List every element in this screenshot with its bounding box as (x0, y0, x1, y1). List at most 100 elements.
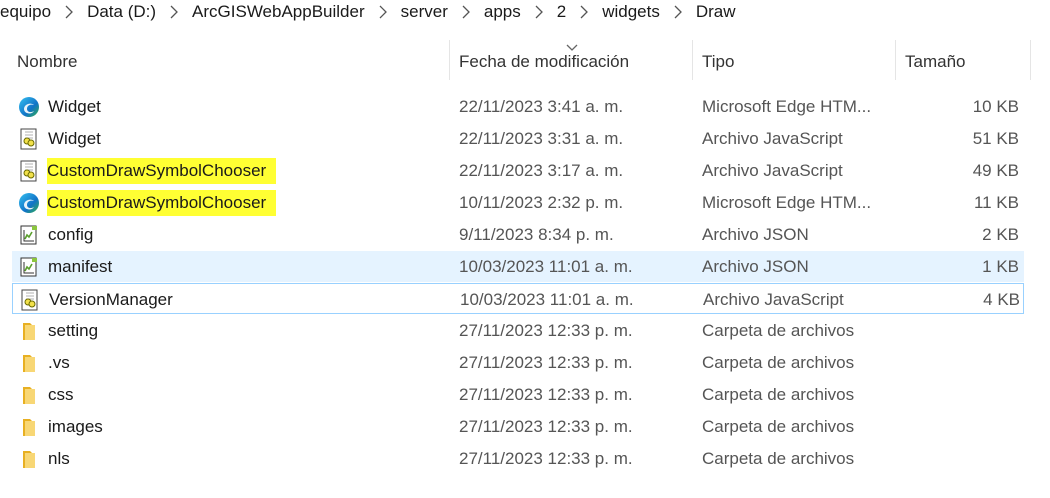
file-row[interactable]: Widget 22/11/2023 3:31 a. m. Archivo JavaS… (12, 123, 1024, 154)
folder-icon (18, 352, 40, 374)
file-name: CustomDrawSymbolChooser (47, 157, 277, 184)
breadcrumb-chevron-icon[interactable] (664, 5, 692, 19)
file-date: 27/11/2023 12:33 p. m. (459, 416, 633, 436)
file-name-cell: CustomDrawSymbolChooser (18, 155, 277, 186)
file-type: Carpeta de archivos (702, 448, 855, 468)
file-size (892, 411, 1019, 442)
breadcrumb-item[interactable]: server (397, 2, 452, 22)
file-type: Archivo JSON (702, 256, 809, 276)
file-name-cell: images (18, 411, 103, 442)
file-name-cell: css (18, 379, 74, 410)
file-name-cell: Widget (18, 91, 101, 122)
file-name: VersionManager (49, 289, 173, 309)
edge-icon (18, 96, 40, 118)
file-size: 1 KB (982, 256, 1019, 276)
breadcrumb-chevron-icon[interactable] (525, 5, 553, 19)
file-size: 4 KB (983, 289, 1020, 309)
javascript-file-icon (18, 160, 40, 182)
file-row[interactable]: setting 27/11/2023 12:33 p. m. Carpeta de … (12, 315, 1024, 346)
breadcrumb-item[interactable]: apps (480, 2, 525, 22)
file-type: Archivo JavaScript (702, 128, 843, 148)
file-name-cell: CustomDrawSymbolChooser (18, 187, 277, 218)
breadcrumb-item[interactable]: 2 (553, 2, 570, 22)
file-date: 9/11/2023 8:34 p. m. (459, 224, 614, 244)
file-name: manifest (48, 256, 113, 276)
json-file-icon (18, 256, 40, 278)
file-type: Carpeta de archivos (702, 320, 855, 340)
file-name-cell: setting (18, 315, 98, 346)
file-name-cell: Widget (18, 123, 101, 154)
file-name-cell: manifest (18, 251, 112, 282)
javascript-file-icon (18, 128, 40, 150)
file-row[interactable]: CustomDrawSymbolChooser 22/11/2023 3:17 a… (12, 155, 1024, 186)
breadcrumb-chevron-icon[interactable] (570, 5, 598, 19)
breadcrumb-chevron-icon[interactable] (55, 5, 83, 19)
file-date: 27/11/2023 12:33 p. m. (459, 352, 633, 372)
file-row[interactable]: .vs 27/11/2023 12:33 p. m. Carpeta de arch… (12, 347, 1024, 378)
file-name: images (48, 416, 103, 436)
file-name: config (48, 224, 94, 244)
file-name: .vs (48, 352, 70, 372)
file-date: 10/03/2023 11:01 a. m. (459, 256, 633, 276)
file-type: Microsoft Edge HTM... (702, 96, 872, 116)
breadcrumb-item[interactable]: Data (D:) (83, 2, 160, 22)
file-name-cell: VersionManager (19, 284, 173, 315)
file-size: 2 KB (982, 224, 1019, 244)
file-type: Archivo JSON (702, 224, 809, 244)
file-name-cell: config (18, 219, 93, 250)
file-date: 27/11/2023 12:33 p. m. (459, 384, 633, 404)
file-type: Microsoft Edge HTM... (702, 192, 872, 212)
json-file-icon (18, 224, 40, 246)
file-row[interactable]: images 27/11/2023 12:33 p. m. Carpeta de a… (12, 411, 1024, 442)
column-header: Nombre Fecha de modificación Tipo Tamaño (0, 38, 1050, 86)
folder-icon (18, 320, 40, 342)
file-date: 22/11/2023 3:17 a. m. (459, 160, 624, 180)
breadcrumb-item[interactable]: widgets (598, 2, 664, 22)
file-type: Carpeta de archivos (702, 384, 855, 404)
file-name-cell: .vs (18, 347, 70, 378)
folder-icon (18, 384, 40, 406)
breadcrumb-item[interactable]: ArcGISWebAppBuilder (188, 2, 369, 22)
file-row[interactable]: nls 27/11/2023 12:33 p. m. Carpeta de arch… (12, 443, 1024, 474)
file-row[interactable]: Widget 22/11/2023 3:41 a. m. Microsoft Edg… (12, 91, 1024, 122)
breadcrumb-chevron-icon[interactable] (369, 5, 397, 19)
file-size: 51 KB (972, 128, 1019, 148)
file-name: setting (48, 320, 99, 340)
file-size (892, 379, 1019, 410)
breadcrumb-chevron-icon[interactable] (160, 5, 188, 19)
file-size (892, 347, 1019, 378)
breadcrumb-item[interactable]: equipo (0, 2, 55, 22)
column-type[interactable]: Tipo (702, 38, 734, 86)
folder-icon (18, 416, 40, 438)
file-name: CustomDrawSymbolChooser (47, 189, 277, 216)
file-size (892, 315, 1019, 346)
edge-icon (18, 192, 40, 214)
file-size (892, 443, 1019, 474)
file-row[interactable]: config 9/11/2023 8:34 p. m. Archivo JSON 2 … (12, 219, 1024, 250)
file-date: 10/03/2023 11:01 a. m. (460, 289, 634, 309)
javascript-file-icon (19, 289, 41, 311)
breadcrumb-chevron-icon[interactable] (452, 5, 480, 19)
file-name: nls (48, 448, 70, 468)
file-type: Carpeta de archivos (702, 352, 855, 372)
file-size: 11 KB (973, 192, 1019, 212)
column-size[interactable]: Tamaño (905, 38, 965, 86)
file-name: css (48, 384, 74, 404)
file-row[interactable]: VersionManager 10/03/2023 11:01 a. m. Arch… (12, 283, 1024, 314)
file-type: Archivo JavaScript (702, 160, 843, 180)
file-date: 22/11/2023 3:31 a. m. (459, 128, 624, 148)
file-date: 10/11/2023 2:32 p. m. (459, 192, 624, 212)
file-date: 22/11/2023 3:41 a. m. (459, 96, 624, 116)
file-row[interactable]: css 27/11/2023 12:33 p. m. Carpeta de arch… (12, 379, 1024, 410)
file-size: 49 KB (972, 160, 1019, 180)
file-date: 27/11/2023 12:33 p. m. (459, 448, 633, 468)
file-row[interactable]: manifest 10/03/2023 11:01 a. m. Archivo JS… (12, 251, 1024, 282)
breadcrumb: equipo Data (D:) ArcGISWebAppBuilder server… (0, 0, 740, 24)
column-date[interactable]: Fecha de modificación (459, 38, 629, 86)
column-name[interactable]: Nombre (17, 38, 77, 86)
breadcrumb-item[interactable]: Draw (692, 2, 740, 22)
file-name: Widget (48, 128, 101, 148)
file-type: Archivo JavaScript (703, 289, 844, 309)
file-row[interactable]: CustomDrawSymbolChooser 10/11/2023 2:32 p… (12, 187, 1024, 218)
file-name: Widget (48, 96, 101, 116)
